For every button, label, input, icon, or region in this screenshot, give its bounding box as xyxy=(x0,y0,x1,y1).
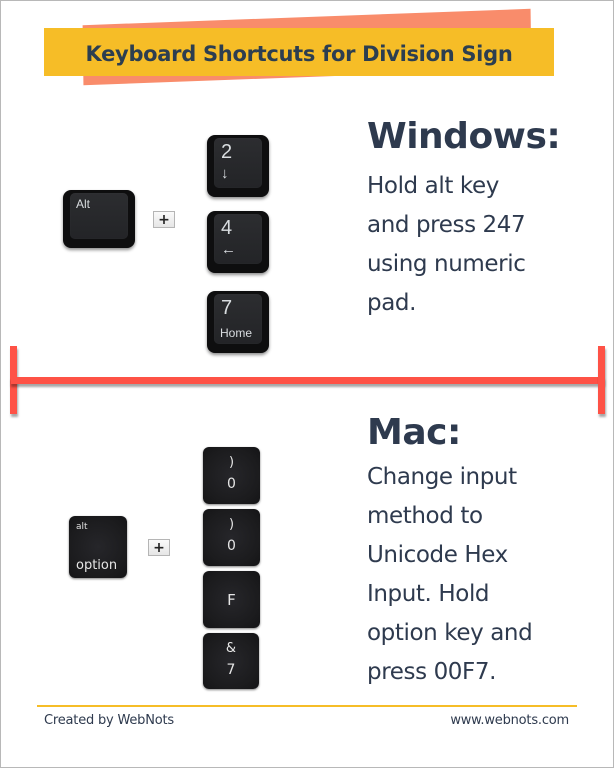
footer-website-link[interactable]: www.webnots.com xyxy=(450,713,569,728)
key-label-top: ) xyxy=(228,455,235,470)
key-label-bottom: 0 xyxy=(227,476,236,492)
key-label-bottom: 0 xyxy=(227,538,236,554)
page-title: Keyboard Shortcuts for Division Sign xyxy=(85,42,513,66)
plus-sign-mac: + xyxy=(148,539,170,556)
divider-right-cap xyxy=(598,346,605,414)
infographic-frame: Keyboard Shortcuts for Division Sign Alt… xyxy=(0,0,614,768)
key-label: 7 xyxy=(221,297,233,319)
section-divider xyxy=(11,377,605,384)
key-option-mac: alt option xyxy=(69,516,127,578)
mac-heading: Mac: xyxy=(367,412,461,453)
windows-description: Hold alt key and press 247 using numeric… xyxy=(367,173,526,316)
key-sublabel: Home xyxy=(220,326,253,340)
mac-description: Change input method to Unicode Hex Input… xyxy=(367,464,533,685)
footer-divider xyxy=(37,705,577,707)
key-label-bottom: option xyxy=(76,558,118,573)
key-label: F xyxy=(227,591,236,609)
key-numpad-7: 7 Home xyxy=(207,291,269,353)
windows-heading: Windows: xyxy=(367,116,561,157)
key-label-top: ) xyxy=(228,517,235,532)
key-label-top: alt xyxy=(76,522,88,532)
arrow-left-icon: ← xyxy=(221,241,236,258)
key-7: & 7 xyxy=(203,633,259,689)
key-label: 2 xyxy=(221,141,233,163)
plus-sign-windows: + xyxy=(153,211,175,228)
arrow-down-icon: ↓ xyxy=(221,165,229,182)
key-label: 4 xyxy=(221,217,233,239)
key-0-second: ) 0 xyxy=(203,509,260,566)
key-f: F xyxy=(203,571,260,628)
key-numpad-4: 4 ← xyxy=(207,211,269,273)
footer-credit: Created by WebNots xyxy=(44,713,174,728)
key-label-bottom: 7 xyxy=(226,662,236,678)
key-label-top: & xyxy=(225,641,237,656)
key-0-first: ) 0 xyxy=(203,447,260,504)
title-banner: Keyboard Shortcuts for Division Sign xyxy=(44,28,554,76)
key-label: Alt xyxy=(76,197,91,211)
key-alt-windows: Alt xyxy=(63,190,135,248)
key-numpad-2: 2 ↓ xyxy=(207,135,269,197)
